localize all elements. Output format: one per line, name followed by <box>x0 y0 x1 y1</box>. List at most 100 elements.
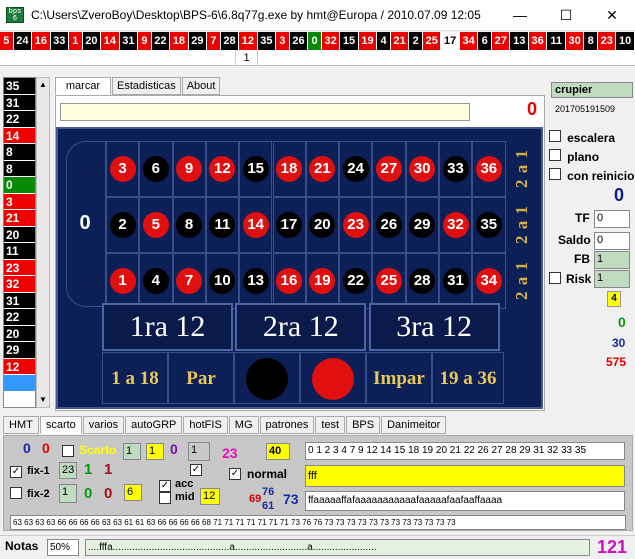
fix1-box[interactable]: 23 <box>59 462 77 479</box>
board-number[interactable]: 25 <box>375 268 402 294</box>
tf-field[interactable]: 0 <box>594 210 630 228</box>
board-number[interactable]: 36 <box>475 156 502 182</box>
check-plano[interactable]: plano <box>549 149 599 164</box>
fb-field[interactable]: 1 <box>594 251 630 269</box>
list-item[interactable]: 8 <box>4 144 35 161</box>
board-number[interactable]: 24 <box>342 156 369 182</box>
board-number[interactable]: 1 <box>109 268 136 294</box>
board-number[interactable]: 34 <box>475 268 502 294</box>
zero-number[interactable]: 0 <box>72 210 98 236</box>
scarto-checkbox[interactable] <box>62 445 74 460</box>
scarto-box-2[interactable]: 1 <box>188 442 210 461</box>
saldo-field[interactable]: 0 <box>594 232 630 250</box>
bottom-tab[interactable]: varios <box>82 416 125 434</box>
fix2-yellow[interactable]: 6 <box>124 484 142 501</box>
scroll-up-icon[interactable]: ▲ <box>37 78 49 92</box>
list-item[interactable]: 11 <box>4 243 35 260</box>
board-number[interactable]: 2 <box>109 212 136 238</box>
board-number[interactable]: 9 <box>176 156 203 182</box>
bottom-tab[interactable]: MG <box>228 416 259 434</box>
board-number[interactable]: 33 <box>442 156 469 182</box>
normal-checkbox[interactable]: ✓ <box>229 467 241 480</box>
bottom-tab[interactable]: autoGRP <box>125 416 183 434</box>
mid-box[interactable]: 12 <box>200 488 220 505</box>
list-item[interactable]: 31 <box>4 94 35 111</box>
acc-top-checkbox[interactable]: ✓ <box>190 463 202 476</box>
board-number[interactable]: 4 <box>142 268 169 294</box>
bottom-tab[interactable]: HMT <box>3 416 39 434</box>
list-item[interactable]: 8 <box>4 160 35 177</box>
outside-bet-high[interactable]: 19 a 36 <box>432 352 504 404</box>
column-bet[interactable]: 2 a 1 <box>512 255 538 307</box>
list-item[interactable]: 14 <box>4 127 35 144</box>
risk-field[interactable]: 1 <box>594 270 630 288</box>
list-scrollbar[interactable]: ▲ ▼ <box>36 77 50 408</box>
list-item[interactable]: 0 <box>4 177 35 194</box>
pattern-field[interactable]: ffaaaaaffafaaaaaaaaaaafaaaaafaafaaffaaaa <box>305 491 625 511</box>
board-number[interactable]: 8 <box>176 212 203 238</box>
check-escalera[interactable]: escalera <box>549 130 615 145</box>
board-number[interactable]: 6 <box>142 156 169 182</box>
dozen-bet[interactable]: 2ra 12 <box>235 303 367 351</box>
maximize-button[interactable]: ☐ <box>543 0 589 31</box>
board-number[interactable]: 28 <box>409 268 436 294</box>
spin-list[interactable]: 35 31 22 14 8 8 0 3 21 20 11 23 32 31 22 20 29 12 <box>3 77 36 408</box>
list-item[interactable]: 21 <box>4 210 35 227</box>
bottom-tab[interactable]: patrones <box>259 416 315 434</box>
board-number[interactable]: 22 <box>342 268 369 294</box>
board-number[interactable]: 31 <box>442 268 469 294</box>
board-number[interactable]: 26 <box>375 212 402 238</box>
sequence-field[interactable]: 0 1 2 3 4 7 9 12 14 15 18 19 20 21 22 26… <box>305 442 625 460</box>
scroll-down-icon[interactable]: ▼ <box>37 393 49 407</box>
bottom-tab[interactable]: hotFIS <box>183 416 228 434</box>
scarto-box-1[interactable]: 1 <box>123 443 141 460</box>
bottom-tab[interactable]: test <box>315 416 346 434</box>
box-40[interactable]: 40 <box>266 443 290 460</box>
red-bet[interactable] <box>300 352 366 404</box>
fix1-checkbox[interactable]: ✓ <box>10 465 22 478</box>
board-number[interactable]: 18 <box>276 156 302 182</box>
outside-bet-low[interactable]: 1 a 18 <box>102 352 168 404</box>
list-item[interactable]: 29 <box>4 342 35 359</box>
check-risk[interactable] <box>549 272 561 287</box>
board-number[interactable]: 16 <box>276 268 302 294</box>
list-item[interactable]: 20 <box>4 325 35 342</box>
fff-field[interactable]: fff <box>305 465 625 487</box>
list-item[interactable]: 22 <box>4 111 35 128</box>
list-item[interactable]: 3 <box>4 193 35 210</box>
board-number[interactable]: 32 <box>442 212 469 238</box>
board-number[interactable]: 29 <box>409 212 436 238</box>
tab-marcar[interactable]: marcar <box>55 77 111 95</box>
column-bet[interactable]: 2 a 1 <box>512 143 538 195</box>
board-number[interactable]: 5 <box>142 212 169 238</box>
tab-estadisticas[interactable]: Estadisticas <box>112 77 181 95</box>
board-number[interactable]: 30 <box>409 156 436 182</box>
check-con-reinicio[interactable]: con reinicio <box>549 168 634 183</box>
percent-field[interactable]: 50% <box>47 539 79 556</box>
board-number[interactable]: 15 <box>242 156 269 182</box>
tab-about[interactable]: About <box>181 77 221 95</box>
board-number[interactable]: 35 <box>475 212 502 238</box>
board-number[interactable]: 23 <box>342 212 369 238</box>
outside-bet-odd[interactable]: Impar <box>366 352 432 404</box>
black-bet[interactable] <box>234 352 300 404</box>
list-item[interactable]: 12 <box>4 358 35 375</box>
board-number[interactable]: 17 <box>276 212 302 238</box>
list-item[interactable]: 32 <box>4 276 35 293</box>
list-item[interactable]: 35 <box>4 78 35 95</box>
outside-bet-even[interactable]: Par <box>168 352 234 404</box>
board-number[interactable]: 14 <box>242 212 269 238</box>
acc-checkbox[interactable]: ✓ <box>159 479 171 492</box>
bottom-tab[interactable]: Danimeitor <box>381 416 447 434</box>
board-number[interactable]: 7 <box>176 268 203 294</box>
board-number[interactable]: 27 <box>375 156 402 182</box>
dozen-bet[interactable]: 3ra 12 <box>368 303 500 351</box>
close-button[interactable]: ✕ <box>589 0 635 31</box>
list-item[interactable]: 20 <box>4 226 35 243</box>
board-number[interactable]: 3 <box>109 156 136 182</box>
bottom-tab[interactable]: scarto <box>39 416 82 434</box>
bottom-tab[interactable]: BPS <box>346 416 381 434</box>
fix2-checkbox[interactable] <box>10 487 22 502</box>
minimize-button[interactable]: — <box>497 0 543 31</box>
list-item[interactable]: 22 <box>4 309 35 326</box>
